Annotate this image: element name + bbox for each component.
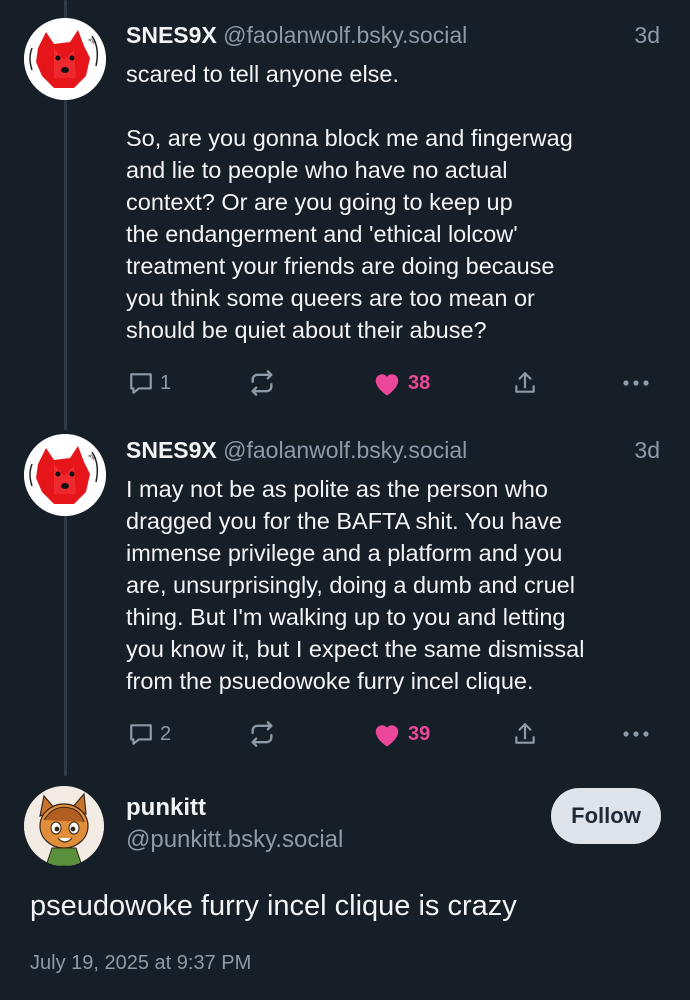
handle[interactable]: @punkitt.bsky.social xyxy=(126,826,343,854)
reply-post-2[interactable]: aw SNES9X @faolanwolf.bsky.social 3d I m… xyxy=(0,415,690,770)
repost-icon xyxy=(251,370,273,396)
reply-count: 2 xyxy=(160,722,172,745)
handle[interactable]: @faolanwolf.bsky.social xyxy=(223,437,467,463)
post-actions: 2 39 xyxy=(126,717,660,751)
handle[interactable]: @faolanwolf.bsky.social xyxy=(223,22,467,48)
display-name[interactable]: punkitt xyxy=(126,794,206,822)
share-icon xyxy=(515,372,535,393)
author-line[interactable]: SNES9X @faolanwolf.bsky.social xyxy=(126,437,467,464)
cartoon-cat-avatar-icon xyxy=(24,786,104,866)
post-date: July 19, 2025 at 9:37 PM xyxy=(30,952,252,974)
heart-icon xyxy=(375,374,399,396)
heart-icon xyxy=(375,725,399,747)
reply-button[interactable]: 1 xyxy=(128,366,171,400)
reply-icon xyxy=(130,724,152,745)
avatar[interactable]: aw xyxy=(24,434,106,516)
share-icon xyxy=(515,723,535,744)
reply-count: 1 xyxy=(160,371,172,394)
like-button[interactable]: 38 xyxy=(372,366,430,400)
ellipsis-icon xyxy=(623,380,649,386)
author-line[interactable]: SNES9X @faolanwolf.bsky.social xyxy=(126,22,467,49)
post-text: I may not be as polite as the person who… xyxy=(126,476,585,694)
like-count: 38 xyxy=(408,371,431,394)
post-text: scared to tell anyone else. So, are you … xyxy=(126,61,573,343)
repost-button[interactable] xyxy=(248,366,276,400)
reply-icon xyxy=(130,373,152,394)
ellipsis-icon xyxy=(623,731,649,737)
avatar[interactable] xyxy=(24,786,104,866)
reply-button[interactable]: 2 xyxy=(128,717,171,751)
display-name[interactable]: SNES9X xyxy=(126,437,217,463)
reply-post-1[interactable]: aw SNES9X @faolanwolf.bsky.social 3d sca… xyxy=(0,0,690,415)
post-time[interactable]: 3d xyxy=(634,437,660,464)
like-button[interactable]: 39 xyxy=(372,717,430,751)
more-options-button[interactable] xyxy=(622,366,650,400)
display-name[interactable]: SNES9X xyxy=(126,22,217,48)
share-button[interactable] xyxy=(512,717,538,751)
red-wolf-avatar-icon: aw xyxy=(24,18,106,100)
post-time[interactable]: 3d xyxy=(634,22,660,49)
share-button[interactable] xyxy=(512,366,538,400)
follow-button[interactable]: Follow xyxy=(551,788,661,844)
more-options-button[interactable] xyxy=(622,717,650,751)
avatar[interactable]: aw xyxy=(24,18,106,100)
repost-button[interactable] xyxy=(248,717,276,751)
red-wolf-avatar-icon: aw xyxy=(24,434,106,516)
post-actions: 1 38 xyxy=(126,366,660,400)
post-text: pseudowoke furry incel clique is crazy xyxy=(30,890,517,922)
like-count: 39 xyxy=(408,722,431,745)
repost-icon xyxy=(251,721,273,747)
